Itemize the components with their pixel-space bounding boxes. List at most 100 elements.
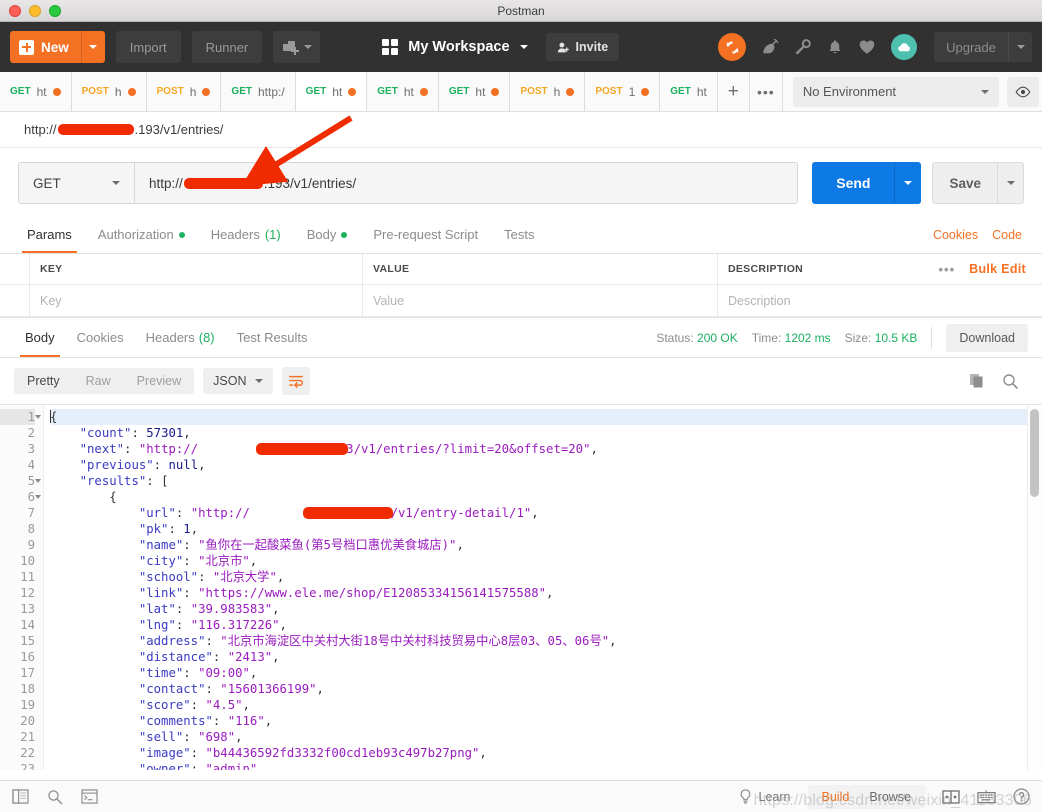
request-tab-1[interactable]: POST h — [71, 72, 147, 111]
request-tab-6[interactable]: GET ht — [438, 72, 511, 111]
build-tab[interactable]: Build — [822, 790, 850, 804]
upgrade-dropdown-button[interactable] — [1008, 32, 1032, 62]
save-button[interactable]: Save — [932, 162, 1024, 204]
new-tab-button[interactable] — [273, 31, 321, 63]
editor-scrollbar-track[interactable] — [1027, 405, 1042, 770]
add-tab-button[interactable]: + — [717, 72, 750, 111]
request-tab-body[interactable]: Body — [294, 216, 361, 253]
copy-icon[interactable] — [969, 373, 985, 389]
response-tab-body[interactable]: Body — [14, 318, 66, 357]
save-dropdown-button[interactable] — [997, 163, 1023, 203]
word-wrap-button[interactable] — [282, 367, 311, 395]
code-token: "北京市海淀区中关村大街18号中关村科技贸易中心8层03、05、06号" — [220, 634, 610, 648]
invite-button[interactable]: Invite — [545, 33, 620, 61]
code-line: "link": "https://www.ele.me/shop/E120853… — [50, 585, 1042, 601]
line-number: 18 — [20, 682, 35, 696]
request-tab-tests[interactable]: Tests — [491, 216, 547, 253]
size-value: 10.5 KB — [874, 330, 918, 345]
chevron-down-icon — [112, 181, 120, 185]
response-tab-cookies[interactable]: Cookies — [66, 318, 135, 357]
request-tab-pre-request-script[interactable]: Pre-request Script — [360, 216, 491, 253]
request-tab-2[interactable]: POST h — [146, 72, 222, 111]
cloud-icon[interactable] — [891, 34, 918, 60]
bell-icon[interactable] — [827, 38, 843, 56]
upgrade-button[interactable]: Upgrade — [934, 32, 1032, 62]
request-tab-8[interactable]: POST 1 — [585, 72, 661, 111]
param-description-input[interactable]: Description — [718, 285, 1042, 317]
code-token: "previous" — [79, 458, 154, 472]
wrench-icon[interactable] — [794, 38, 812, 56]
fold-toggle-icon[interactable] — [35, 495, 41, 499]
satellite-dish-icon[interactable] — [761, 38, 779, 56]
status-value: 200 OK — [697, 330, 738, 345]
new-button-main[interactable]: New — [10, 31, 81, 63]
tab-name-label: h — [553, 84, 561, 99]
http-method-label: GET — [33, 175, 61, 191]
new-dropdown-button[interactable] — [80, 31, 105, 63]
response-tab-headers[interactable]: Headers (8) — [135, 318, 226, 357]
environment-quick-look-button[interactable] — [1006, 76, 1039, 107]
request-tab-7[interactable]: POST h — [510, 72, 586, 111]
download-button[interactable]: Download — [946, 323, 1028, 352]
help-icon[interactable] — [1013, 788, 1030, 805]
fold-toggle-icon[interactable] — [35, 479, 41, 483]
send-dropdown-button[interactable] — [894, 162, 921, 204]
response-meta: Status: 200 OK Time: 1202 ms Size: 10.5 … — [656, 323, 1028, 352]
keyboard-icon[interactable] — [977, 789, 996, 804]
table-row: Key Value Description — [0, 285, 1042, 317]
active-indicator-icon — [341, 231, 348, 238]
find-icon[interactable] — [47, 789, 63, 805]
code-token: , — [276, 570, 285, 584]
line-number: 1 — [0, 409, 41, 425]
workspace-selector[interactable]: My Workspace Invite — [382, 33, 620, 61]
request-tab-3[interactable]: GET http:/ — [221, 72, 296, 111]
console-icon[interactable] — [81, 789, 98, 804]
code-token: : — [190, 762, 206, 770]
response-format-selector[interactable]: JSON — [203, 368, 274, 394]
heart-icon[interactable] — [858, 38, 876, 56]
environment-selector[interactable]: No Environment — [792, 76, 999, 107]
url-input[interactable]: http:// .193/v1/entries/ — [134, 162, 799, 204]
learn-button[interactable]: Learn — [739, 788, 791, 805]
request-tab-4[interactable]: GET ht — [295, 72, 368, 111]
response-body-editor[interactable]: 1 2 3 4 5 6 7 8 9 10 11 12 13 14 15 16 17 18 19 20 21 22 23 { … — [0, 404, 1042, 770]
new-button[interactable]: New — [10, 31, 105, 63]
browse-tab[interactable]: Browse — [869, 790, 911, 804]
code-token: , — [279, 618, 287, 632]
sidebar-toggle-icon[interactable] — [12, 789, 29, 804]
cookies-link[interactable]: Cookies — [933, 228, 978, 242]
param-key-input[interactable]: Key — [30, 285, 363, 317]
response-tab-test-results[interactable]: Test Results — [226, 318, 319, 357]
code-token: "鱼你在一起酸菜鱼(第5号档口惠优美食城店)" — [198, 538, 457, 552]
view-mode-preview[interactable]: Preview — [124, 368, 194, 394]
redaction-block — [256, 443, 348, 455]
search-icon[interactable] — [1002, 373, 1018, 389]
request-tab-authorization[interactable]: Authorization — [85, 216, 198, 253]
code-lines[interactable]: { "count": 57301, "next": "http:// .193/… — [44, 405, 1042, 770]
request-tab-params[interactable]: Params — [14, 216, 85, 253]
build-browse-group: Build Browse — [807, 784, 925, 809]
request-tab-9[interactable]: GET ht — [660, 72, 718, 111]
fold-toggle-icon[interactable] — [35, 415, 41, 419]
import-button[interactable]: Import — [115, 31, 181, 63]
request-tab-headers[interactable]: Headers (1) — [198, 216, 294, 253]
view-mode-pretty[interactable]: Pretty — [14, 368, 73, 394]
row-checkbox-cell[interactable] — [0, 285, 30, 317]
request-tab-5[interactable]: GET ht — [367, 72, 439, 111]
code-token: "link" — [138, 586, 184, 600]
runner-button[interactable]: Runner — [191, 31, 263, 63]
tab-method-label: POST — [520, 86, 548, 97]
sync-icon[interactable] — [718, 33, 747, 61]
view-mode-raw[interactable]: Raw — [73, 368, 124, 394]
param-value-input[interactable]: Value — [363, 285, 718, 317]
table-more-options-icon[interactable]: ••• — [938, 262, 955, 277]
http-method-selector[interactable]: GET — [18, 162, 134, 204]
tabs-more-button[interactable]: ••• — [749, 72, 782, 111]
editor-scrollbar-thumb[interactable] — [1030, 409, 1039, 497]
send-button[interactable]: Send — [812, 162, 922, 204]
two-pane-icon[interactable] — [942, 789, 960, 805]
code-link[interactable]: Code — [992, 228, 1022, 242]
request-tab-0[interactable]: GET ht — [0, 72, 72, 111]
tab-name-label: h — [114, 84, 122, 99]
bulk-edit-link[interactable]: Bulk Edit — [969, 262, 1026, 276]
